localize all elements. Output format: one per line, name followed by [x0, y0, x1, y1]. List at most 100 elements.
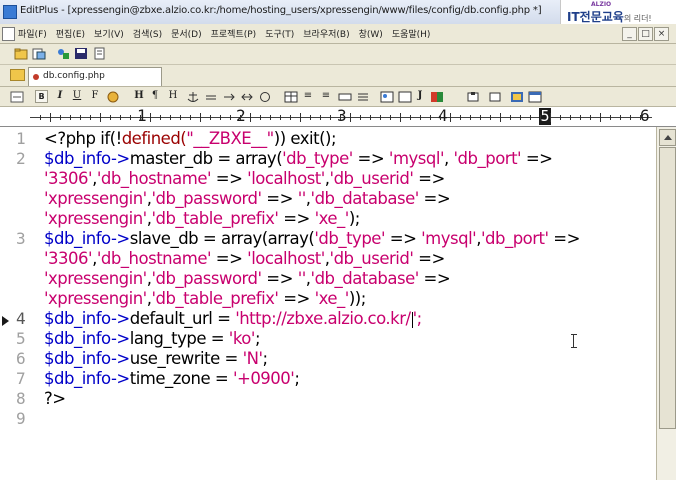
code-token: slave_db = array(array( — [129, 229, 315, 248]
vertical-scrollbar[interactable] — [656, 127, 676, 480]
ruler-tick — [260, 115, 261, 120]
line-number: 8 — [16, 389, 26, 408]
code-token: 'http://zbxe.alzio.co.kr/ — [235, 309, 411, 328]
ruler-tick — [50, 113, 51, 122]
code-token: 'db_database' — [310, 189, 420, 208]
arrow-icon[interactable] — [222, 90, 236, 104]
ruler-tick — [310, 115, 311, 120]
code-token: => — [418, 269, 451, 288]
code-token: default_url = — [129, 309, 236, 328]
menu-browser[interactable]: 브라우저(B) — [303, 27, 349, 40]
frame-icon[interactable] — [398, 90, 412, 104]
menu-view[interactable]: 보기(V) — [94, 27, 124, 40]
ruler-tick — [80, 115, 81, 120]
code-line: 'xpressengin','db_table_prefix' => 'xe_'… — [44, 209, 360, 229]
paragraph-button[interactable]: ¶ — [150, 89, 160, 103]
menu-window[interactable]: 창(W) — [359, 27, 383, 40]
ruler-tick — [300, 113, 301, 122]
menu-document[interactable]: 문서(D) — [171, 27, 202, 40]
ruler-tick — [610, 115, 611, 120]
code-token: => — [418, 189, 451, 208]
copy-icon[interactable] — [488, 90, 502, 104]
document-tab-strip: db.config.php — [0, 65, 676, 87]
tab-label: db.config.php — [43, 71, 105, 81]
ruler-tick — [440, 115, 441, 120]
ruler-tick — [190, 115, 191, 120]
open-folder-icon[interactable] — [14, 47, 28, 60]
ruler-tick — [220, 115, 221, 120]
tab-db-config[interactable]: db.config.php — [28, 67, 162, 86]
code-editor[interactable]: 1 2 3 4 5 6 7 8 9 <?php if(!defined("__Z… — [0, 127, 656, 480]
code-token: $db_info-> — [44, 309, 130, 328]
heading-button[interactable]: H — [134, 89, 144, 103]
preview-icon[interactable] — [510, 90, 524, 104]
restore-button[interactable]: □ — [638, 27, 653, 41]
close-button[interactable]: × — [654, 27, 669, 41]
menu-search[interactable]: 검색(S) — [133, 27, 162, 40]
minimize-button[interactable]: _ — [622, 27, 637, 41]
menu-project[interactable]: 프로젝트(P) — [211, 27, 257, 40]
code-token: '' — [297, 269, 307, 288]
color-picker-icon[interactable] — [430, 90, 444, 104]
form-icon[interactable] — [338, 90, 352, 104]
nbsp-icon[interactable] — [240, 90, 254, 104]
code-token: 'db_userid' — [329, 249, 414, 268]
ruler-tick — [40, 115, 41, 120]
line-number: 4 — [16, 309, 26, 328]
comment-icon[interactable] — [258, 90, 272, 104]
directory-icon[interactable] — [56, 47, 70, 60]
scroll-up-arrow-icon[interactable] — [659, 129, 676, 146]
ruler-tick — [630, 115, 631, 120]
code-token: master_db = array( — [129, 149, 283, 168]
table-icon[interactable] — [284, 90, 298, 104]
ruler-tick — [160, 115, 161, 120]
code-token: 'db_password' — [151, 189, 262, 208]
code-token: => — [211, 169, 248, 188]
code-line: ?> — [44, 389, 66, 409]
save-all-icon[interactable] — [92, 47, 106, 60]
window-title: EditPlus - [xpressengin@zbxe.alzio.co.kr… — [20, 5, 542, 16]
font-button[interactable]: F — [90, 89, 100, 103]
document-icon[interactable] — [2, 27, 15, 41]
code-token: => — [352, 149, 389, 168]
code-token: ?> — [44, 389, 66, 408]
anchor-icon[interactable] — [186, 90, 200, 104]
code-line: $db_info->master_db = array('db_type' =>… — [44, 149, 553, 169]
ruler-tick — [230, 115, 231, 120]
browser-icon[interactable] — [528, 90, 542, 104]
line-number-gutter: 1 2 3 4 5 6 7 8 9 — [0, 127, 34, 480]
scrollbar-thumb[interactable] — [659, 147, 676, 429]
code-token: 'xpressengin' — [44, 269, 147, 288]
toggle-view-icon[interactable] — [10, 90, 24, 104]
align-left-button[interactable]: ≡ — [302, 89, 314, 103]
underline-button[interactable]: U — [72, 89, 82, 103]
menu-help[interactable]: 도움말(H) — [392, 27, 431, 40]
open-remote-icon[interactable] — [32, 47, 46, 60]
code-token: $db_info-> — [44, 369, 130, 388]
save-icon[interactable] — [74, 47, 88, 60]
ruler-tick — [280, 115, 281, 120]
italic-button[interactable]: I — [55, 89, 65, 103]
line-break-icon[interactable] — [204, 90, 218, 104]
ruler-tick — [470, 115, 471, 120]
bold-button[interactable]: B — [35, 90, 48, 103]
script-button[interactable]: J — [414, 89, 426, 103]
code-token: => — [211, 249, 248, 268]
cut-icon[interactable] — [466, 90, 480, 104]
code-token: ; — [294, 369, 300, 388]
code-token: 'xe_' — [314, 209, 350, 228]
menu-edit[interactable]: 편집(E) — [56, 27, 85, 40]
code-token: => — [278, 209, 315, 228]
code-token: '3306' — [44, 169, 93, 188]
image-icon[interactable] — [380, 90, 394, 104]
code-token: 'mysql' — [388, 149, 445, 168]
align-center-button[interactable]: ≡ — [320, 89, 332, 103]
list-icon[interactable] — [356, 90, 370, 104]
menu-tools[interactable]: 도구(T) — [265, 27, 294, 40]
header-button[interactable]: H — [168, 89, 178, 103]
code-line: 'xpressengin','db_password' => '','db_da… — [44, 269, 451, 289]
code-token: $db_info-> — [44, 329, 130, 348]
menu-file[interactable]: 파일(F) — [18, 27, 47, 40]
color-icon[interactable] — [106, 90, 120, 104]
code-token: => — [261, 269, 298, 288]
